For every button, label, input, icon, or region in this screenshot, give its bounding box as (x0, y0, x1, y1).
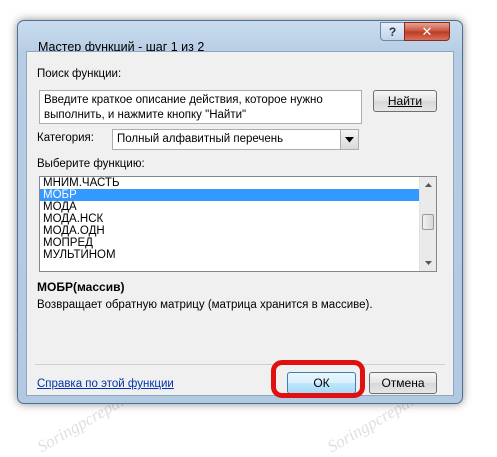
function-list-item[interactable]: МОБР (40, 189, 436, 201)
help-link-text: Справка по этой функции (37, 378, 174, 390)
function-list-item[interactable]: МОДА (40, 201, 436, 213)
find-button-label: Найти (387, 94, 423, 108)
ok-button-label: ОК (313, 376, 330, 390)
cancel-button-label: Отмена (381, 376, 425, 390)
find-button[interactable]: Найти (373, 90, 437, 112)
close-icon: ✕ (421, 23, 433, 39)
dialog-body: Поиск функции: Введите краткое описание … (26, 51, 454, 396)
function-list-item[interactable]: МОДА.НСК (40, 213, 436, 225)
search-text-line: выполнить, и нажмите кнопку "Найти" (44, 109, 247, 121)
function-signature: МОБР(массив) (37, 280, 125, 294)
chevron-down-icon (345, 136, 354, 142)
scrollbar[interactable] (419, 177, 436, 271)
search-text-line: Введите краткое описание действия, котор… (44, 94, 323, 106)
dropdown-arrow-button[interactable] (340, 130, 358, 149)
cancel-button[interactable]: Отмена (369, 372, 437, 394)
function-list-item[interactable]: МОДА.ОДН (40, 225, 436, 237)
scroll-up-button[interactable] (420, 177, 436, 193)
category-selected-value: Полный алфавитный перечень (117, 133, 284, 145)
title-bar: Мастер функций - шаг 1 из 2 ? ✕ (18, 21, 462, 54)
help-link[interactable]: Справка по этой функции (37, 378, 174, 390)
arrow-up-icon (424, 183, 432, 187)
function-list-item[interactable]: МОПРЕД (40, 237, 436, 249)
function-list-item[interactable]: МУЛЬТИНОМ (40, 249, 436, 261)
function-description: Возвращает обратную матрицу (матрица хра… (37, 299, 373, 311)
help-button[interactable]: ? (380, 22, 405, 41)
category-label: Категория: (37, 132, 94, 144)
ok-button[interactable]: ОК (287, 372, 356, 394)
search-label: Поиск функции: (37, 68, 122, 80)
category-select[interactable]: Полный алфавитный перечень (112, 129, 359, 150)
function-list-items: МНИМ.ЧАСТЬ МОБР МОДА МОДА.НСК МОДА.ОДН МОПРЕД… (40, 177, 436, 261)
function-wizard-dialog: Мастер функций - шаг 1 из 2 ? ✕ Поиск фу… (17, 20, 463, 404)
function-list-label: Выберите функцию: (37, 158, 145, 170)
scroll-down-button[interactable] (420, 255, 436, 271)
divider (35, 364, 445, 365)
function-list-item[interactable]: МНИМ.ЧАСТЬ (40, 177, 436, 189)
close-button[interactable]: ✕ (404, 22, 450, 41)
search-input[interactable]: Введите краткое описание действия, котор… (39, 90, 362, 124)
scrollbar-thumb[interactable] (422, 214, 434, 230)
question-icon: ? (388, 24, 397, 39)
function-listbox[interactable]: МНИМ.ЧАСТЬ МОБР МОДА МОДА.НСК МОДА.ОДН МОПРЕД… (39, 176, 437, 272)
arrow-down-icon (424, 261, 432, 265)
